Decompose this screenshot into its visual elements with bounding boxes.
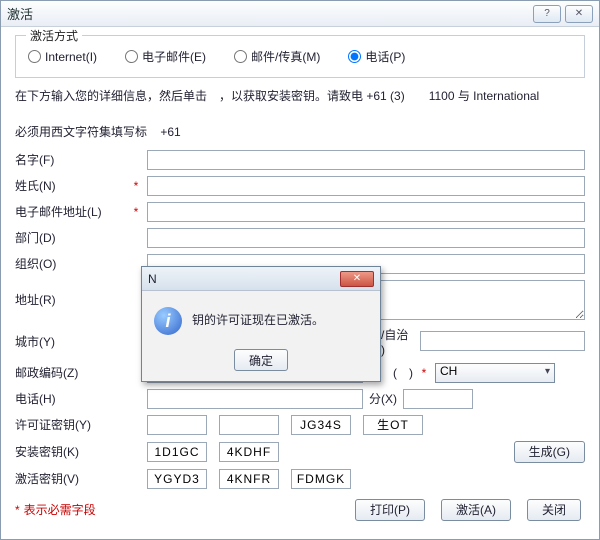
- required-star: *: [15, 503, 20, 517]
- radio-internet-label: Internet(I): [45, 50, 97, 64]
- input-dept[interactable]: [147, 228, 585, 248]
- activation-method-legend: 激活方式: [26, 27, 82, 44]
- dialog-message: 钥的许可证现在已激活。: [192, 307, 324, 328]
- instructions: 在下方输入您的详细信息，然后单击 ，以获取安装密钥。请致电 +61 (3) 11…: [15, 88, 585, 105]
- titlebar-buttons: ? ✕: [533, 5, 593, 23]
- input-lastname[interactable]: [147, 176, 585, 196]
- activ-seg-1[interactable]: YGYD3: [147, 469, 207, 489]
- required-email: *: [131, 205, 141, 219]
- radio-email-input[interactable]: [125, 50, 138, 63]
- label-city: 城市(Y): [15, 333, 125, 350]
- select-region[interactable]: CH: [435, 363, 555, 383]
- label-phone: 电话(H): [15, 390, 125, 407]
- close-window-button[interactable]: 关闭: [527, 499, 581, 521]
- license-seg-2[interactable]: [219, 415, 279, 435]
- license-seg-1[interactable]: [147, 415, 207, 435]
- footer: * 表示必需字段 打印(P) 激活(A) 关闭: [15, 499, 585, 521]
- label-firstname: 名字(F): [15, 151, 125, 168]
- license-seg-3[interactable]: JG34S: [291, 415, 351, 435]
- input-phone[interactable]: [147, 389, 363, 409]
- help-button[interactable]: ?: [533, 5, 561, 23]
- radio-fax-label: 邮件/传真(M): [251, 48, 320, 65]
- install-seg-1[interactable]: 1D1GC: [147, 442, 207, 462]
- license-seg-4[interactable]: 生OT: [363, 415, 423, 435]
- required-lastname: *: [131, 179, 141, 193]
- label-activation: 激活密钥(V): [15, 470, 125, 487]
- window-title: 激活: [7, 4, 533, 23]
- label-lastname: 姓氏(N): [15, 177, 125, 194]
- label-ext: 分(X): [369, 390, 397, 407]
- activate-button[interactable]: 激活(A): [441, 499, 511, 521]
- dialog-ok-button[interactable]: 确定: [234, 349, 288, 371]
- titlebar: 激活 ? ✕: [1, 1, 599, 27]
- required-region: *: [419, 366, 429, 380]
- input-email[interactable]: [147, 202, 585, 222]
- input-firstname[interactable]: [147, 150, 585, 170]
- label-license: 许可证密钥(Y): [15, 416, 125, 433]
- radio-email-label: 电子邮件(E): [142, 48, 206, 65]
- dialog-footer: 确定: [142, 343, 380, 381]
- radio-phone-label: 电话(P): [365, 48, 405, 65]
- dialog-title: N: [148, 272, 340, 286]
- input-state[interactable]: [420, 331, 585, 351]
- radio-internet-input[interactable]: [28, 50, 41, 63]
- radio-email[interactable]: 电子邮件(E): [125, 48, 206, 65]
- label-email: 电子邮件地址(L): [15, 203, 125, 220]
- required-legend: * 表示必需字段: [15, 499, 96, 521]
- label-org: 组织(O): [15, 255, 125, 272]
- radio-fax-input[interactable]: [234, 50, 247, 63]
- label-zip: 邮政编码(Z): [15, 364, 125, 381]
- close-button[interactable]: ✕: [565, 5, 593, 23]
- charset-note-label: 必须用西文字符集填写标: [15, 125, 147, 139]
- label-install: 安装密钥(K): [15, 443, 125, 460]
- message-dialog: N ✕ i 钥的许可证现在已激活。 确定: [141, 266, 381, 382]
- install-seg-2[interactable]: 4KDHF: [219, 442, 279, 462]
- dialog-titlebar: N ✕: [142, 267, 380, 291]
- activation-method-group: 激活方式 Internet(I) 电子邮件(E) 邮件/传真(M) 电话(P): [15, 35, 585, 78]
- charset-note: 必须用西文字符集填写标 +61: [15, 123, 585, 140]
- radio-internet[interactable]: Internet(I): [28, 48, 97, 65]
- activ-seg-3[interactable]: FDMGK: [291, 469, 351, 489]
- generate-button[interactable]: 生成(G): [514, 441, 585, 463]
- label-dept: 部门(D): [15, 229, 125, 246]
- print-button[interactable]: 打印(P): [355, 499, 425, 521]
- info-icon: i: [154, 307, 182, 335]
- required-text: 表示必需字段: [24, 501, 96, 518]
- label-addr: 地址(R): [15, 291, 125, 308]
- activation-method-radios: Internet(I) 电子邮件(E) 邮件/传真(M) 电话(P): [28, 48, 572, 65]
- charset-note-phone: +61: [160, 125, 180, 139]
- radio-fax[interactable]: 邮件/传真(M): [234, 48, 320, 65]
- input-ext[interactable]: [403, 389, 473, 409]
- activ-seg-2[interactable]: 4KNFR: [219, 469, 279, 489]
- dialog-body: i 钥的许可证现在已激活。: [142, 291, 380, 343]
- dialog-close-button[interactable]: ✕: [340, 271, 374, 287]
- radio-phone[interactable]: 电话(P): [348, 48, 405, 65]
- activation-window: 激活 ? ✕ 激活方式 Internet(I) 电子邮件(E) 邮件/传真(M)…: [0, 0, 600, 540]
- radio-phone-input[interactable]: [348, 50, 361, 63]
